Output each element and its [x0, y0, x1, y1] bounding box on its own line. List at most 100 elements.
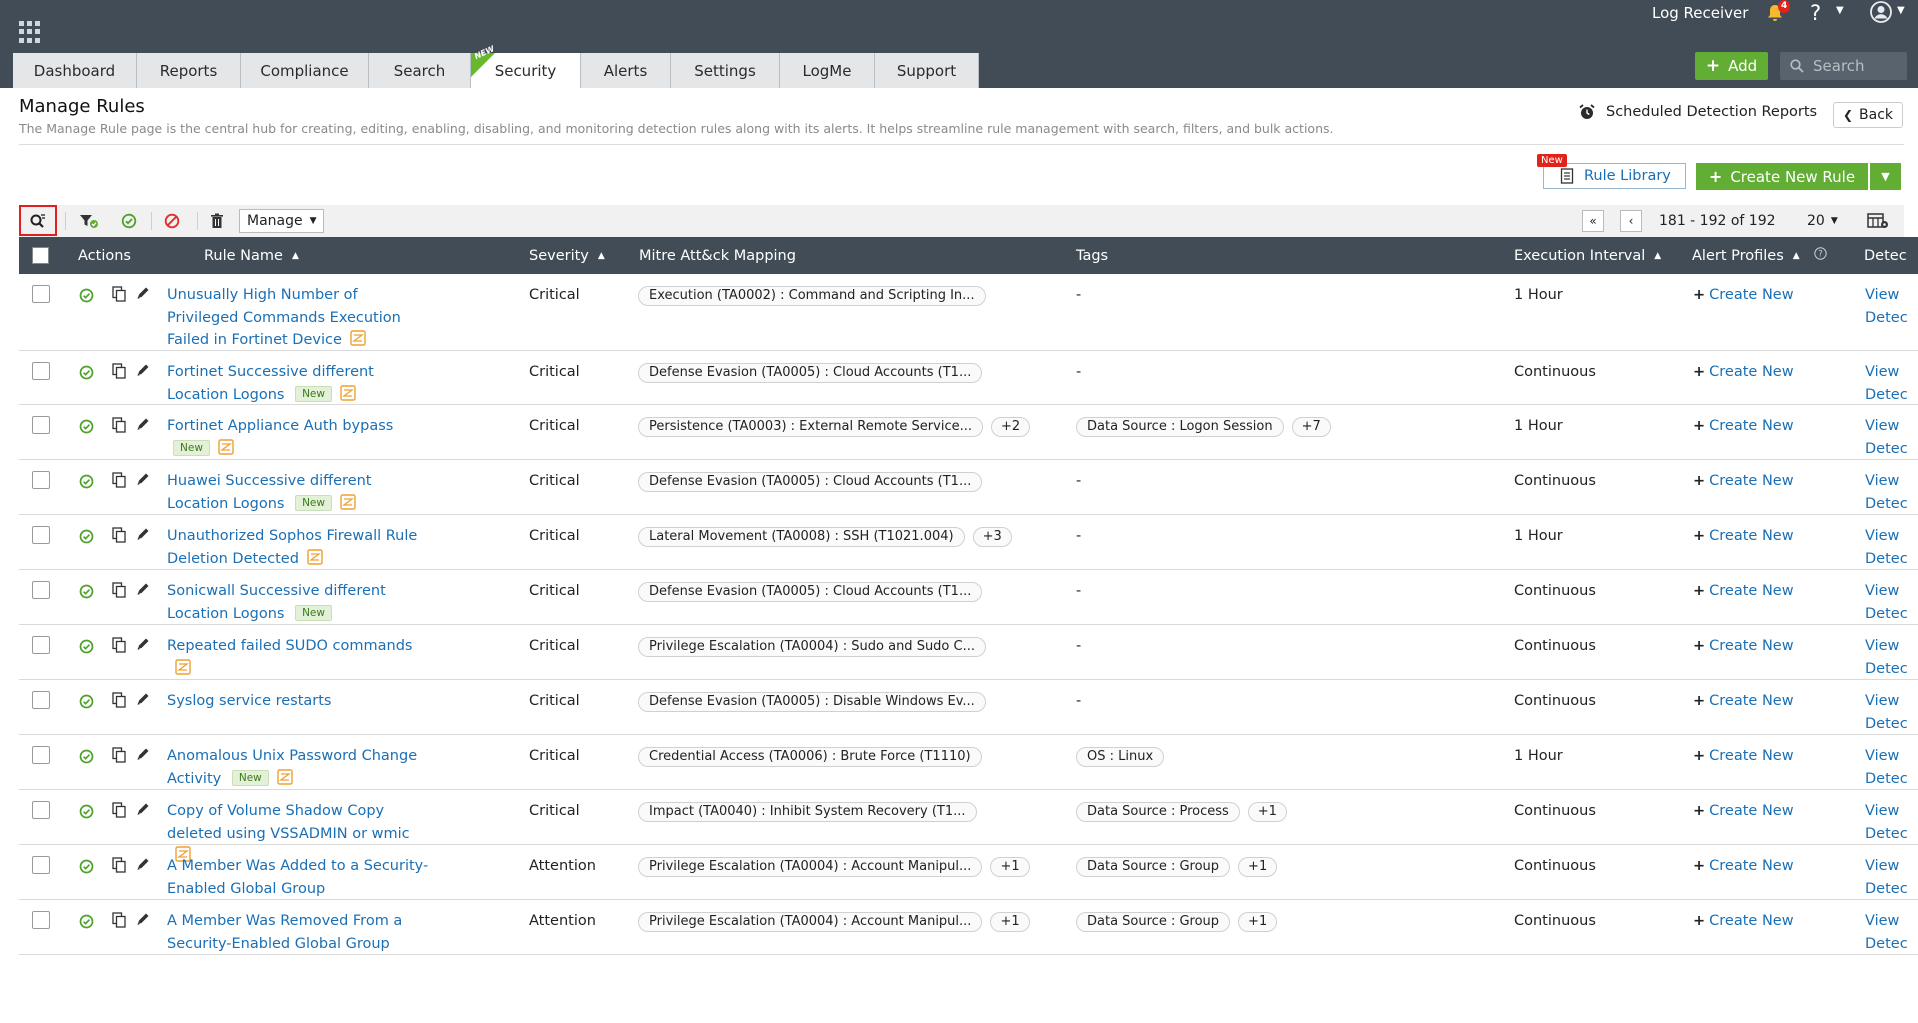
create-alert-profile-link[interactable]: + Create New — [1693, 635, 1794, 658]
column-execution-interval[interactable]: Execution Interval ▲ — [1514, 237, 1661, 274]
mitre-technique-pill[interactable]: Lateral Movement (TA0008) : SSH (T1021.0… — [638, 527, 965, 547]
view-detections-link[interactable]: View Detec — [1865, 635, 1908, 680]
column-chooser-button[interactable] — [1867, 205, 1889, 237]
create-alert-profile-link[interactable]: + Create New — [1693, 361, 1794, 384]
row-checkbox[interactable] — [32, 691, 50, 709]
help-circle-icon[interactable]: ? — [1813, 247, 1827, 264]
edit-rule-button[interactable] — [136, 912, 150, 930]
user-avatar-icon[interactable] — [1870, 1, 1892, 23]
edit-rule-button[interactable] — [136, 802, 150, 820]
mitre-technique-pill[interactable]: Privilege Escalation (TA0004) : Account … — [638, 912, 983, 932]
edit-rule-button[interactable] — [136, 286, 150, 304]
rule-enabled-status[interactable] — [79, 804, 94, 823]
mitre-more-pill[interactable]: +1 — [990, 912, 1030, 932]
view-detections-link[interactable]: View Detec — [1865, 745, 1908, 790]
rule-enabled-status[interactable] — [79, 749, 94, 768]
select-all-checkbox[interactable] — [32, 247, 49, 264]
view-detections-link[interactable]: View Detec — [1865, 361, 1908, 406]
create-rule-dropdown-button[interactable]: ▼ — [1870, 163, 1901, 190]
create-alert-profile-link[interactable]: + Create New — [1693, 800, 1794, 823]
tag-pill[interactable]: Data Source : Group — [1076, 857, 1231, 877]
mitre-technique-pill[interactable]: Persistence (TA0003) : External Remote S… — [638, 417, 983, 437]
copy-rule-button[interactable] — [112, 363, 126, 383]
rule-enabled-status[interactable] — [79, 694, 94, 713]
view-detections-link[interactable]: View Detec — [1865, 415, 1908, 460]
rule-enabled-status[interactable] — [79, 529, 94, 548]
edit-rule-button[interactable] — [136, 582, 150, 600]
scheduled-detection-reports-link[interactable]: Scheduled Detection Reports — [1578, 103, 1817, 121]
mitre-technique-pill[interactable]: Defense Evasion (TA0005) : Cloud Account… — [638, 582, 983, 602]
rule-name-link[interactable]: A Member Was Added to a Security-Enabled… — [167, 858, 428, 897]
view-detections-link[interactable]: View Detec — [1865, 525, 1908, 570]
row-checkbox[interactable] — [32, 801, 50, 819]
copy-rule-button[interactable] — [112, 637, 126, 657]
tab-reports[interactable]: Reports — [137, 53, 241, 88]
rule-name-link[interactable]: Repeated failed SUDO commands — [167, 638, 413, 654]
column-severity[interactable]: Severity ▲ — [529, 237, 605, 274]
row-checkbox[interactable] — [32, 636, 50, 654]
column-alert-profiles[interactable]: Alert Profiles ▲ ? — [1692, 237, 1827, 274]
add-button[interactable]: + Add — [1695, 52, 1768, 80]
mitre-technique-pill[interactable]: Privilege Escalation (TA0004) : Sudo and… — [638, 637, 986, 657]
view-detections-link[interactable]: View Detec — [1865, 690, 1908, 735]
copy-rule-button[interactable] — [112, 417, 126, 437]
tag-pill[interactable]: Data Source : Process — [1076, 802, 1240, 822]
search-filter-button[interactable] — [19, 205, 57, 236]
view-detections-link[interactable]: View Detec — [1865, 855, 1908, 900]
create-alert-profile-link[interactable]: + Create New — [1693, 415, 1794, 438]
mitre-technique-pill[interactable]: Credential Access (TA0006) : Brute Force… — [638, 747, 982, 767]
edit-rule-button[interactable] — [136, 527, 150, 545]
copy-rule-button[interactable] — [112, 857, 126, 877]
back-button[interactable]: ❮ Back — [1833, 102, 1903, 128]
rule-enabled-status[interactable] — [79, 859, 94, 878]
copy-rule-button[interactable] — [112, 286, 126, 306]
row-checkbox[interactable] — [32, 416, 50, 434]
tab-settings[interactable]: Settings — [671, 53, 780, 88]
edit-rule-button[interactable] — [136, 637, 150, 655]
rule-name-link[interactable]: A Member Was Removed From a Security-Ena… — [167, 913, 402, 952]
delete-button[interactable] — [199, 205, 235, 237]
rule-name-link[interactable]: Copy of Volume Shadow Copy deleted using… — [167, 803, 410, 842]
mitre-more-pill[interactable]: +3 — [972, 527, 1012, 547]
mitre-technique-pill[interactable]: Defense Evasion (TA0005) : Cloud Account… — [638, 472, 983, 492]
row-checkbox[interactable] — [32, 285, 50, 303]
view-detections-link[interactable]: View Detec — [1865, 580, 1908, 625]
edit-rule-button[interactable] — [136, 363, 150, 381]
rule-enabled-status[interactable] — [79, 288, 94, 307]
tab-dashboard[interactable]: Dashboard — [13, 53, 137, 88]
copy-rule-button[interactable] — [112, 527, 126, 547]
tags-more-pill[interactable]: +1 — [1238, 912, 1278, 932]
view-detections-link[interactable]: View Detec — [1865, 470, 1908, 515]
mitre-more-pill[interactable]: +2 — [991, 417, 1031, 437]
tab-compliance[interactable]: Compliance — [241, 53, 369, 88]
create-alert-profile-link[interactable]: + Create New — [1693, 525, 1794, 548]
rule-enabled-status[interactable] — [79, 639, 94, 658]
user-caret-icon[interactable]: ▼ — [1897, 5, 1905, 16]
view-detections-link[interactable]: View Detec — [1865, 800, 1908, 845]
copy-rule-button[interactable] — [112, 802, 126, 822]
copy-rule-button[interactable] — [112, 747, 126, 767]
copy-rule-button[interactable] — [112, 692, 126, 712]
tags-more-pill[interactable]: +1 — [1238, 857, 1278, 877]
tags-more-pill[interactable]: +1 — [1247, 802, 1287, 822]
row-checkbox[interactable] — [32, 856, 50, 874]
rule-enabled-status[interactable] — [79, 584, 94, 603]
filter-button[interactable] — [71, 205, 107, 237]
create-alert-profile-link[interactable]: + Create New — [1693, 580, 1794, 603]
app-grid-icon[interactable] — [19, 21, 41, 43]
mitre-more-pill[interactable]: +1 — [990, 857, 1030, 877]
mitre-technique-pill[interactable]: Defense Evasion (TA0005) : Cloud Account… — [638, 363, 983, 383]
rule-enabled-status[interactable] — [79, 474, 94, 493]
column-rule-name[interactable]: Rule Name ▲ — [204, 237, 299, 274]
copy-rule-button[interactable] — [112, 472, 126, 492]
edit-rule-button[interactable] — [136, 692, 150, 710]
mitre-technique-pill[interactable]: Execution (TA0002) : Command and Scripti… — [638, 286, 986, 306]
previous-page-button[interactable]: ‹ — [1620, 210, 1642, 232]
help-icon[interactable]: ? — [1810, 1, 1821, 25]
product-name[interactable]: Log Receiver — [1652, 4, 1748, 22]
tab-logme[interactable]: LogMe — [780, 53, 875, 88]
row-checkbox[interactable] — [32, 746, 50, 764]
tag-pill[interactable]: Data Source : Logon Session — [1076, 417, 1284, 437]
rule-name-link[interactable]: Fortinet Appliance Auth bypass — [167, 418, 393, 434]
create-alert-profile-link[interactable]: + Create New — [1693, 745, 1794, 768]
